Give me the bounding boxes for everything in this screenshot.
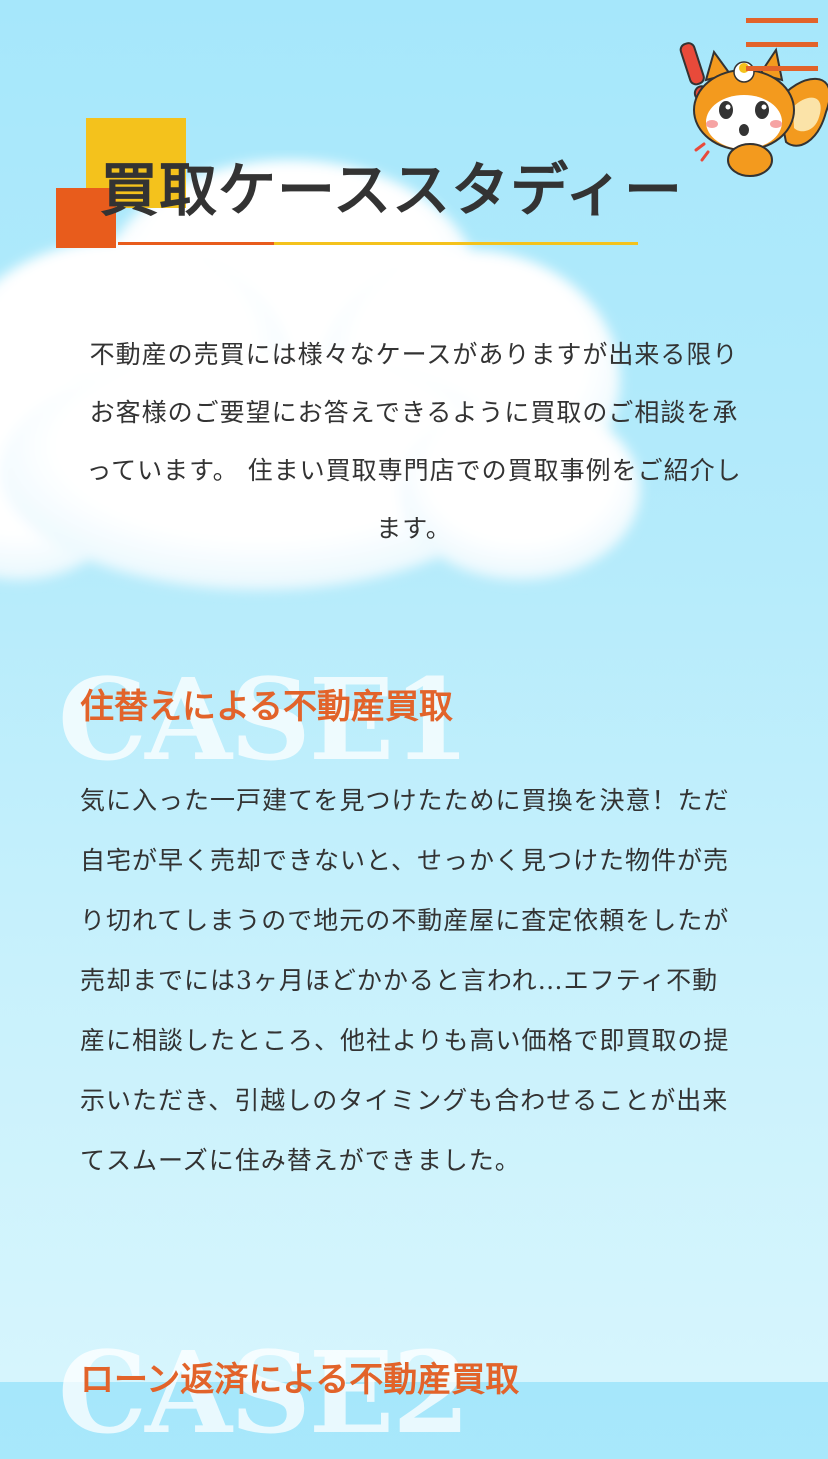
case-block-1: CASE1 住替えによる不動産買取 気に入った一戸建てを見つけたために買換を決意… (0, 665, 828, 1265)
case-block-2: CASE2 ローン返済による不動産買取 (0, 1338, 828, 1450)
hamburger-icon-bar-middle (746, 42, 818, 47)
hamburger-icon-bar-top (746, 18, 818, 23)
page-title: 買取ケーススタディー (100, 156, 684, 224)
title-underline (118, 242, 638, 245)
intro-text: 不動産の売買には様々なケースがありますが出来る限り お客様のご要望にお答えできる… (86, 340, 742, 543)
hamburger-icon-bar-bottom (746, 66, 818, 71)
menu-button[interactable] (746, 18, 818, 76)
case-description: 気に入った一戸建てを見つけたために買換を決意！ただ自宅が早く売却できないと、せっ… (80, 786, 730, 1175)
case-title: 住替えによる不動産買取 (80, 687, 453, 727)
section-heading: 買取ケーススタディー (56, 118, 756, 258)
case-title: ローン返済による不動産買取 (80, 1360, 520, 1400)
